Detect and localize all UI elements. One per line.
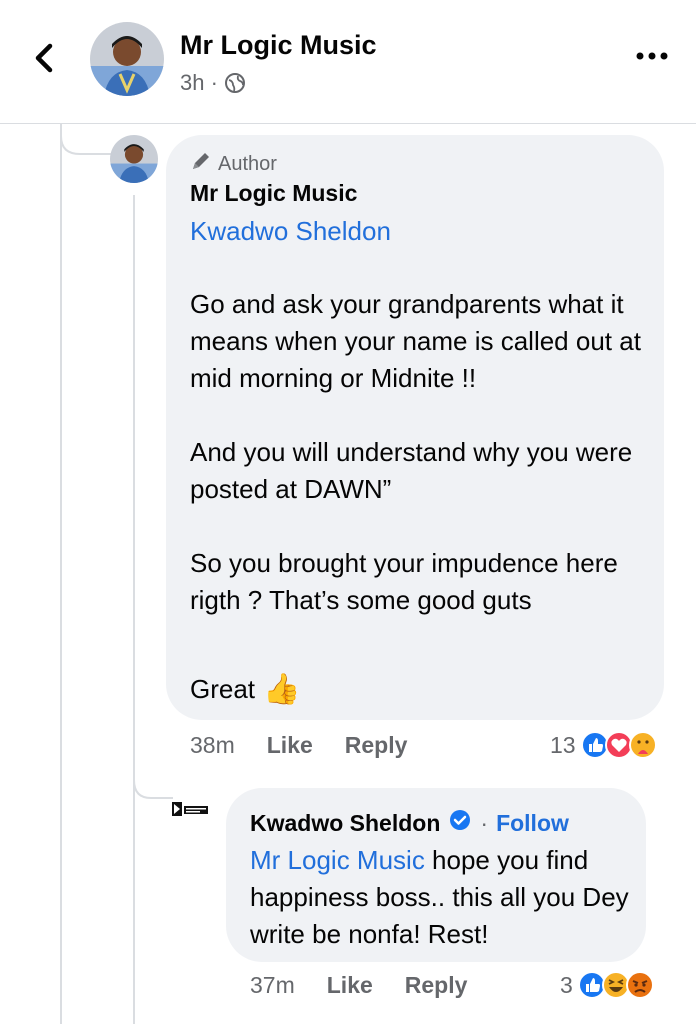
post-meta: 3h · xyxy=(180,70,246,96)
separator-dot: · xyxy=(480,809,489,836)
avatar[interactable] xyxy=(90,22,164,96)
reply-header: Kwadwo Sheldon · Follow xyxy=(250,808,569,838)
comment-actions: 38m Like Reply xyxy=(190,732,407,759)
comment-text: Go and ask your grandparents what it mea… xyxy=(190,289,641,615)
like-button[interactable]: Like xyxy=(267,732,313,759)
more-horizontal-icon[interactable] xyxy=(634,44,670,68)
reply-button[interactable]: Reply xyxy=(405,972,468,999)
thread-line-main xyxy=(60,124,62,1024)
pencil-icon xyxy=(190,150,212,178)
reply-text: Mr Logic Music hope you find happiness b… xyxy=(250,842,630,953)
comment-author-name[interactable]: Mr Logic Music xyxy=(190,180,357,207)
comment-avatar[interactable] xyxy=(110,135,158,183)
care-icon xyxy=(628,731,657,759)
reply-actions: 37m Like Reply xyxy=(250,972,467,999)
page-title[interactable]: Mr Logic Music xyxy=(180,30,377,61)
chevron-left-icon[interactable] xyxy=(26,38,66,78)
author-badge: Author xyxy=(190,150,277,178)
post-header: Mr Logic Music 3h · xyxy=(0,0,696,124)
reply-time: 37m xyxy=(250,972,295,998)
mention-link[interactable]: Mr Logic Music xyxy=(250,845,425,875)
follow-button[interactable]: Follow xyxy=(496,810,569,837)
reaction-summary[interactable]: 13 xyxy=(550,730,658,760)
post-time: 3h · xyxy=(180,70,218,95)
logo-avatar[interactable] xyxy=(170,800,210,820)
like-button[interactable]: Like xyxy=(327,972,373,999)
thread-line-reply xyxy=(133,195,135,1024)
verified-badge-icon xyxy=(448,808,472,838)
angry-icon xyxy=(625,971,654,999)
comment-time: 38m xyxy=(190,732,235,758)
thumbs-up-emoji: 👍 xyxy=(263,673,301,706)
thread-connector xyxy=(60,124,112,155)
reply-button[interactable]: Reply xyxy=(345,732,408,759)
closing-text: Great xyxy=(190,674,256,704)
globe-icon xyxy=(224,72,246,94)
author-label: Author xyxy=(218,152,277,175)
reply-author-name[interactable]: Kwadwo Sheldon xyxy=(250,810,440,837)
mention-link[interactable]: Kwadwo Sheldon xyxy=(190,216,391,247)
reply-connector xyxy=(133,770,173,799)
reaction-count: 3 xyxy=(560,971,573,998)
reaction-summary[interactable]: 3 xyxy=(560,970,655,1000)
reaction-count: 13 xyxy=(550,731,576,758)
comment-closing: Great 👍 xyxy=(190,672,300,707)
